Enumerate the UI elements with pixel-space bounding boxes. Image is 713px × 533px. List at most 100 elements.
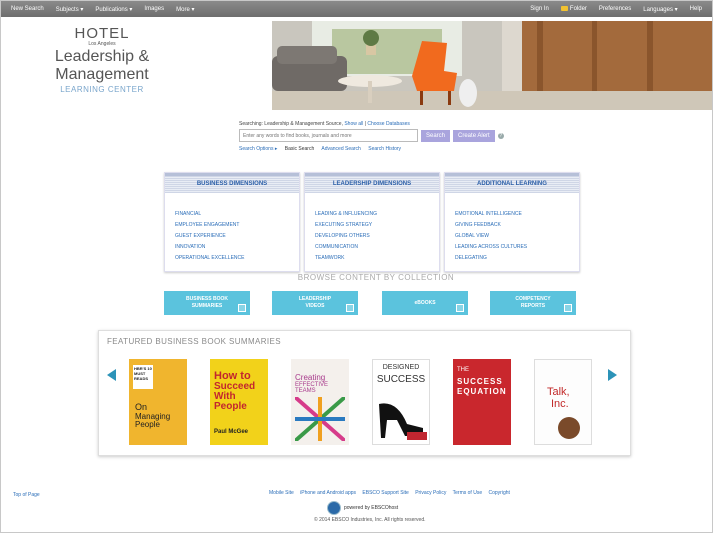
create-alert-button[interactable]: Create Alert: [453, 129, 495, 142]
choose-databases-link[interactable]: Choose Databases: [367, 121, 410, 127]
book-cover-talk-inc[interactable]: Talk, Inc.: [534, 359, 592, 445]
search-history-link[interactable]: Search History: [368, 146, 401, 152]
footer-link[interactable]: EBSCO Support Site: [362, 490, 408, 496]
sign-in-link[interactable]: Sign In: [524, 6, 555, 12]
top-navigation-bar: New Search Subjects ▾ Publications ▾ Ima…: [1, 1, 712, 17]
additional-learning-header[interactable]: ADDITIONAL LEARNING: [445, 173, 579, 193]
nav-new-search[interactable]: New Search: [5, 6, 50, 12]
book-cover-title: Managing People: [135, 412, 171, 429]
folder-icon: [560, 5, 568, 11]
searching-label: Searching: Leadership & Management Sourc…: [239, 121, 343, 127]
footer-link[interactable]: Terms of Use: [453, 490, 482, 496]
search-row: Search Create Alert ?: [239, 129, 509, 142]
additional-learning-panel: ADDITIONAL LEARNING EMOTIONAL INTELLIGEN…: [444, 172, 580, 272]
collection-ebooks[interactable]: eBOOKS: [382, 291, 468, 315]
leadership-dimension-link[interactable]: COMMUNICATION: [315, 242, 439, 253]
book-cover-on-managing-people[interactable]: HBR'S 10 MUST READS On Managing People: [129, 359, 187, 445]
footer-links: Mobile Site iPhone and Android apps EBSC…: [269, 490, 515, 496]
collection-label: REPORTS: [520, 303, 546, 309]
footer-link[interactable]: iPhone and Android apps: [300, 490, 356, 496]
help-icon[interactable]: ?: [497, 132, 504, 139]
book-cover-title: Talk,: [547, 386, 570, 398]
book-cover-success-equation[interactable]: THE SUCCESS EQUATION: [453, 359, 511, 445]
nav-more[interactable]: More ▾: [170, 6, 200, 13]
help-link[interactable]: Help: [684, 6, 708, 12]
collection-competency-reports[interactable]: COMPETENCY REPORTS: [490, 291, 576, 315]
search-panel: Searching: Leadership & Management Sourc…: [239, 121, 509, 152]
folder-label: Folder: [569, 6, 587, 13]
collection-label: COMPETENCY: [515, 296, 551, 302]
business-dimension-link[interactable]: OPERATIONAL EXCELLENCE: [175, 253, 299, 264]
additional-learning-link[interactable]: LEADING ACROSS CULTURES: [455, 242, 579, 253]
book-cover-title: DESIGNED: [382, 364, 420, 371]
additional-learning-link[interactable]: GLOBAL VIEW: [455, 231, 579, 242]
book-cover-title: SUCCESS: [376, 374, 426, 385]
collection-label: LEADERSHIP: [298, 296, 332, 302]
site-logo[interactable]: HOTEL Los Angeles Leadership & Managemen…: [9, 25, 195, 94]
collection-label: BUSINESS BOOK: [186, 296, 228, 302]
business-dimension-link[interactable]: FINANCIAL: [175, 209, 299, 220]
book-cover-title: Inc.: [551, 398, 569, 410]
collection-label: VIDEOS: [305, 303, 325, 309]
book-cover-art: [295, 397, 345, 441]
searching-line: Searching: Leadership & Management Sourc…: [239, 121, 410, 127]
book-cover-creating-effective-teams[interactable]: Creating EFFECTIVE TEAMS: [291, 359, 349, 445]
leadership-dimension-link[interactable]: TEAMWORK: [315, 253, 439, 264]
book-cover-art: [558, 417, 580, 439]
book-cover-art: [379, 403, 427, 440]
book-cover-title: SUCCESS EQUATION: [457, 377, 507, 396]
logo-city: Los Angeles: [88, 41, 116, 47]
search-links: Search Options ▸ Basic Search Advanced S…: [239, 146, 509, 152]
featured-title: FEATURED BUSINESS BOOK SUMMARIES: [107, 337, 282, 346]
business-dimension-link[interactable]: GUEST EXPERIENCE: [175, 231, 299, 242]
report-icon: [564, 304, 572, 312]
video-icon: [346, 304, 354, 312]
additional-learning-link[interactable]: EMOTIONAL INTELLIGENCE: [455, 209, 579, 220]
document-icon: [238, 304, 246, 312]
collection-label: SUMMARIES: [191, 303, 223, 309]
business-dimension-link[interactable]: INNOVATION: [175, 242, 299, 253]
business-dimension-link[interactable]: EMPLOYEE ENGAGEMENT: [175, 220, 299, 231]
collection-leadership-videos[interactable]: LEADERSHIP VIDEOS: [272, 291, 358, 315]
carousel-prev-arrow-icon[interactable]: [107, 369, 116, 381]
leadership-dimension-link[interactable]: LEADING & INFLUENCING: [315, 209, 439, 220]
top-of-page-link[interactable]: Top of Page: [13, 492, 40, 498]
additional-learning-link[interactable]: GIVING FEEDBACK: [455, 220, 579, 231]
footer-link[interactable]: Copyright: [489, 490, 510, 496]
ebsco-powered-by[interactable]: powered by EBSCOhost: [327, 501, 398, 515]
book-cover-title: THE: [457, 367, 469, 373]
nav-subjects[interactable]: Subjects ▾: [50, 6, 90, 13]
preferences-link[interactable]: Preferences: [593, 6, 637, 12]
carousel-next-arrow-icon[interactable]: [608, 369, 617, 381]
book-cover-title: EFFECTIVE TEAMS: [295, 382, 329, 394]
logo-hotel: HOTEL: [74, 25, 130, 42]
book-cover-designed-for-success[interactable]: DESIGNED SUCCESS: [372, 359, 430, 445]
book-cover-author: Paul McGee: [214, 429, 249, 435]
advanced-search-link[interactable]: Advanced Search: [321, 146, 360, 152]
business-dimensions-header[interactable]: BUSINESS DIMENSIONS: [165, 173, 299, 193]
collection-label: eBOOKS: [414, 299, 436, 306]
copyright-text: © 2014 EBSCO Industries, Inc. All rights…: [314, 517, 426, 523]
footer-link[interactable]: Mobile Site: [269, 490, 294, 496]
folder-link[interactable]: Folder: [555, 5, 593, 13]
ebsco-logo-icon: [327, 501, 341, 515]
show-all-link[interactable]: Show all: [344, 121, 363, 127]
footer-link[interactable]: Privacy Policy: [415, 490, 446, 496]
lobby-photo: [272, 21, 712, 110]
collection-business-book-summaries[interactable]: BUSINESS BOOK SUMMARIES: [164, 291, 250, 315]
basic-search-link[interactable]: Basic Search: [285, 146, 314, 152]
search-input[interactable]: [239, 129, 418, 142]
nav-images[interactable]: Images: [138, 6, 170, 12]
search-button[interactable]: Search: [421, 129, 451, 142]
page: New Search Subjects ▾ Publications ▾ Ima…: [0, 0, 713, 533]
book-cover-succeed-with-people[interactable]: How to Succeed With People Paul McGee: [210, 359, 268, 445]
leadership-dimensions-header[interactable]: LEADERSHIP DIMENSIONS: [305, 173, 439, 193]
nav-publications[interactable]: Publications ▾: [89, 6, 138, 13]
search-options-link[interactable]: Search Options ▸: [239, 146, 277, 152]
leadership-dimension-link[interactable]: DEVELOPING OTHERS: [315, 231, 439, 242]
additional-learning-link[interactable]: DELEGATING: [455, 253, 579, 264]
leadership-dimension-link[interactable]: EXECUTING STRATEGY: [315, 220, 439, 231]
book-cover-title: Creating: [295, 373, 326, 382]
languages-menu[interactable]: Languages ▾: [637, 6, 683, 13]
powered-by-text: powered by EBSCOhost: [344, 505, 399, 511]
